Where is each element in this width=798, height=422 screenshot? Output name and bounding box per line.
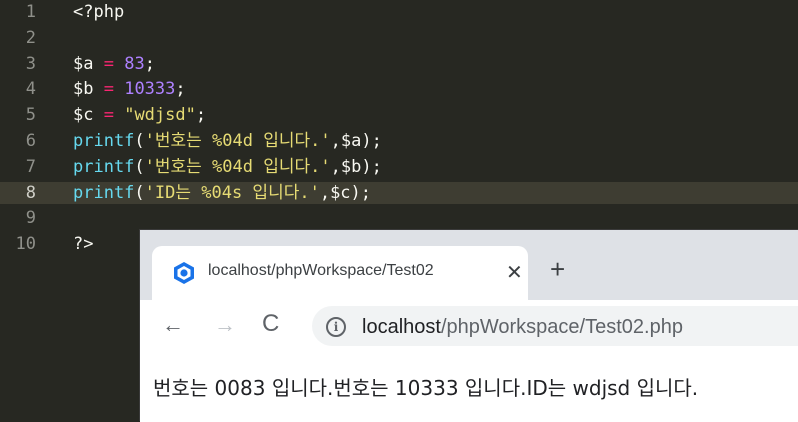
line-number: 4: [25, 79, 36, 100]
code-line[interactable]: 4 $b = 10333;: [0, 78, 798, 100]
code-line[interactable]: 3 $a = 83;: [0, 53, 798, 75]
code-text[interactable]: printf('번호는 %04d 입니다.',$a);: [73, 130, 382, 152]
code-line[interactable]: 9: [0, 207, 798, 229]
code-text[interactable]: <?php: [73, 1, 124, 23]
code-token: (: [134, 131, 145, 151]
code-token: =: [93, 105, 125, 126]
code-text[interactable]: ?>: [73, 233, 93, 255]
code-token: =: [93, 79, 125, 100]
code-token: (: [134, 156, 145, 177]
code-token: ,$a);: [330, 131, 382, 151]
code-text[interactable]: $c = "wdjsd";: [73, 104, 206, 126]
code-token: <?php: [73, 2, 125, 22]
line-number: 3: [25, 53, 36, 74]
code-text[interactable]: printf('ID는 %04s 입니다.',$c);: [73, 182, 371, 204]
code-text[interactable]: $a = 83;: [73, 53, 155, 75]
code-token: $c: [73, 105, 94, 126]
line-number: 9: [25, 208, 36, 229]
code-line[interactable]: 2: [0, 27, 798, 49]
arrow-left-icon[interactable]: ←: [162, 312, 184, 338]
line-number: 2: [25, 27, 36, 48]
code-token: printf: [73, 131, 135, 151]
page-content: 번호는 0083 입니다.번호는 10333 입니다.ID는 wdjsd 입니다…: [140, 352, 798, 422]
tab-strip: localhost/phpWorkspace/Test02 ✕ +: [140, 230, 798, 300]
page-output-text: 번호는 0083 입니다.번호는 10333 입니다.ID는 wdjsd 입니다…: [153, 376, 699, 400]
line-number: 6: [25, 131, 36, 151]
code-token: ;: [144, 53, 155, 74]
url-path: /phpWorkspace/Test02.php: [440, 316, 683, 338]
code-token: ?>: [73, 234, 94, 255]
code-line[interactable]: 8 printf('ID는 %04s 입니다.',$c);: [0, 181, 798, 204]
code-token: "wdjsd": [124, 105, 196, 126]
code-token: printf: [73, 182, 135, 203]
code-text[interactable]: printf('번호는 %04d 입니다.',$b);: [73, 156, 382, 178]
code-token: '번호는 %04d 입니다.': [144, 156, 331, 177]
code-token: $b: [73, 79, 94, 100]
code-token: ,$b);: [330, 156, 382, 177]
browser-window: localhost/phpWorkspace/Test02 ✕ + ← → C …: [140, 230, 798, 422]
code-token: 83: [124, 53, 145, 74]
info-icon[interactable]: i: [326, 317, 346, 337]
tab-title: localhost/phpWorkspace/Test02: [208, 262, 434, 279]
code-line[interactable]: 7 printf('번호는 %04d 입니다.',$b);: [0, 156, 798, 178]
line-number: 1: [25, 2, 36, 22]
code-line[interactable]: 6 printf('번호는 %04d 입니다.',$a);: [0, 130, 798, 152]
url-text[interactable]: localhost/phpWorkspace/Test02.php: [362, 316, 683, 339]
code-token: =: [93, 53, 125, 74]
browser-toolbar: ← → C i localhost/phpWorkspace/Test02.ph…: [140, 300, 798, 352]
code-token: ;: [175, 79, 186, 100]
address-bar[interactable]: i localhost/phpWorkspace/Test02.php: [312, 306, 798, 346]
close-icon[interactable]: ✕: [506, 260, 523, 285]
code-line[interactable]: 5 $c = "wdjsd";: [0, 104, 798, 126]
code-token: '번호는 %04d 입니다.': [144, 131, 331, 151]
code-token: 10333: [124, 79, 176, 100]
reload-icon[interactable]: C: [262, 310, 279, 338]
line-number: 5: [25, 105, 36, 126]
code-line[interactable]: 1 <?php: [0, 1, 798, 23]
browser-tab[interactable]: localhost/phpWorkspace/Test02 ✕: [152, 246, 528, 300]
code-text[interactable]: $b = 10333;: [73, 78, 186, 100]
url-host: localhost: [362, 316, 441, 338]
code-token: 'ID는 %04s 입니다.': [144, 182, 320, 203]
code-token: printf: [73, 156, 135, 177]
line-number: 8: [25, 182, 36, 203]
code-token: ;: [195, 105, 207, 126]
code-token: (: [134, 182, 145, 203]
plus-icon[interactable]: +: [550, 256, 565, 282]
code-token: ,$c);: [319, 182, 372, 203]
arrow-right-icon[interactable]: →: [214, 312, 236, 338]
line-number: 7: [25, 156, 36, 177]
line-number: 10: [15, 234, 36, 255]
php-server-icon: [174, 262, 194, 284]
code-token: $a: [73, 53, 94, 74]
